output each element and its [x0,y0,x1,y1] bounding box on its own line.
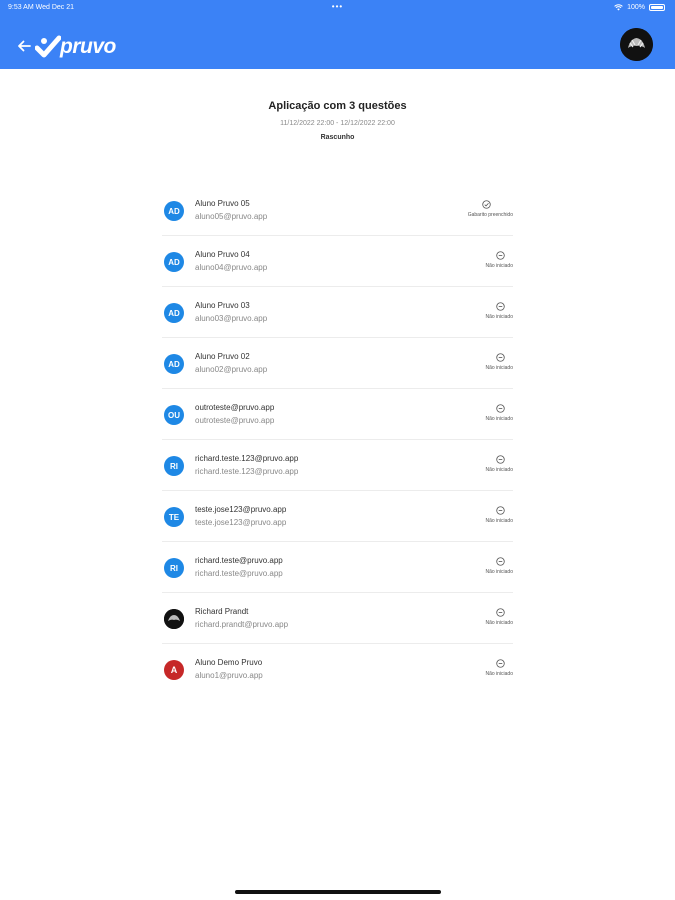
student-email: aluno03@pruvo.app [195,314,268,323]
checkmark-logo-icon [35,35,61,58]
student-avatar: OU [164,405,184,425]
student-name: richard.teste.123@pruvo.app [195,454,299,463]
student-list: AD Aluno Pruvo 05 aluno05@pruvo.app Gabarit… [162,185,513,695]
student-status-text: Não iniciado [485,314,513,320]
student-row[interactable]: RI richard.teste.123@pruvo.app richard.tes… [162,440,513,491]
student-status-text: Não iniciado [485,416,513,422]
student-status-text: Não iniciado [485,365,513,371]
student-avatar: AD [164,201,184,221]
student-status: Não iniciado [423,251,513,269]
student-status: Gabarito preenchido [423,200,513,218]
student-avatar: AD [164,252,184,272]
student-status: Não iniciado [423,608,513,626]
student-name: Aluno Pruvo 04 [195,250,250,259]
student-status: Não iniciado [423,353,513,371]
student-row[interactable]: AD Aluno Pruvo 02 aluno02@pruvo.app Não ini… [162,338,513,389]
avatar-photo-icon [164,609,184,629]
page-title: Aplicação com 3 questões [268,100,407,112]
app-screen: 9:53 AM Wed Dec 21 ••• 100% pruvo Aplica… [0,0,675,900]
date-range: 11/12/2022 22:00 - 12/12/2022 22:00 [280,120,395,127]
student-email: aluno04@pruvo.app [195,263,268,272]
student-status-text: Não iniciado [485,671,513,677]
back-arrow-icon[interactable] [16,38,32,54]
minus-circle-icon [496,608,505,617]
student-row[interactable]: AD Aluno Pruvo 04 aluno04@pruvo.app Não ini… [162,236,513,287]
student-avatar: RI [164,456,184,476]
student-row[interactable]: AD Aluno Pruvo 05 aluno05@pruvo.app Gabarit… [162,185,513,236]
student-name: Aluno Pruvo 05 [195,199,250,208]
student-row[interactable]: OU outroteste@pruvo.app outroteste@pruvo.a… [162,389,513,440]
minus-circle-icon [496,506,505,515]
multitasking-dots[interactable]: ••• [0,2,675,11]
wifi-icon [614,4,623,11]
minus-circle-icon [496,659,505,668]
student-email: aluno1@pruvo.app [195,671,263,680]
student-status-text: Não iniciado [485,569,513,575]
student-avatar: RI [164,558,184,578]
student-row[interactable]: A Aluno Demo Pruvo aluno1@pruvo.app Não ini… [162,644,513,695]
student-avatar: TE [164,507,184,527]
pruvo-logo: pruvo [35,34,116,60]
student-name: richard.teste@pruvo.app [195,556,283,565]
student-email: outroteste@pruvo.app [195,416,275,425]
student-email: teste.jose123@pruvo.app [195,518,287,527]
home-indicator[interactable] [235,890,441,894]
student-name: Aluno Pruvo 03 [195,301,250,310]
student-row[interactable]: TE teste.jose123@pruvo.app teste.jose123@p… [162,491,513,542]
minus-circle-icon [496,251,505,260]
student-row[interactable]: AD Aluno Pruvo 03 aluno03@pruvo.app Não ini… [162,287,513,338]
minus-circle-icon [496,455,505,464]
check-circle-icon [482,200,491,209]
draft-status-label: Rascunho [320,134,355,141]
student-status-text: Gabarito preenchido [467,212,513,218]
battery-percentage: 100% [627,4,645,11]
student-avatar: AD [164,354,184,374]
student-name: Aluno Demo Pruvo [195,658,263,667]
student-avatar [164,609,184,629]
application-summary: Aplicação com 3 questões 11/12/2022 22:0… [0,100,675,141]
student-status: Não iniciado [423,557,513,575]
minus-circle-icon [496,302,505,311]
student-name: Aluno Pruvo 02 [195,352,250,361]
student-status: Não iniciado [423,659,513,677]
status-right: 100% [614,4,665,11]
student-row[interactable]: Richard Prandt richard.prandt@pruvo.app Nã… [162,593,513,644]
student-status-text: Não iniciado [485,620,513,626]
student-email: richard.teste.123@pruvo.app [195,467,299,476]
student-status: Não iniciado [423,302,513,320]
minus-circle-icon [496,404,505,413]
student-row[interactable]: RI richard.teste@pruvo.app richard.teste@p… [162,542,513,593]
user-avatar[interactable] [620,28,653,61]
student-email: richard.teste@pruvo.app [195,569,283,578]
student-status: Não iniciado [423,506,513,524]
student-status-text: Não iniciado [485,518,513,524]
student-avatar: AD [164,303,184,323]
top-app-bar: 9:53 AM Wed Dec 21 ••• 100% pruvo [0,0,675,69]
logo-text: pruvo [60,35,116,58]
student-avatar: A [164,660,184,680]
student-status: Não iniciado [423,455,513,473]
status-bar: 9:53 AM Wed Dec 21 ••• 100% [0,0,675,16]
student-name: Richard Prandt [195,607,249,616]
student-email: richard.prandt@pruvo.app [195,620,289,629]
avatar-photo-icon [620,28,653,61]
minus-circle-icon [496,557,505,566]
student-email: aluno02@pruvo.app [195,365,268,374]
student-status: Não iniciado [423,404,513,422]
student-status-text: Não iniciado [485,263,513,269]
minus-circle-icon [496,353,505,362]
battery-icon [649,4,665,11]
student-name: teste.jose123@pruvo.app [195,505,287,514]
student-email: aluno05@pruvo.app [195,212,268,221]
student-status-text: Não iniciado [485,467,513,473]
student-name: outroteste@pruvo.app [195,403,275,412]
